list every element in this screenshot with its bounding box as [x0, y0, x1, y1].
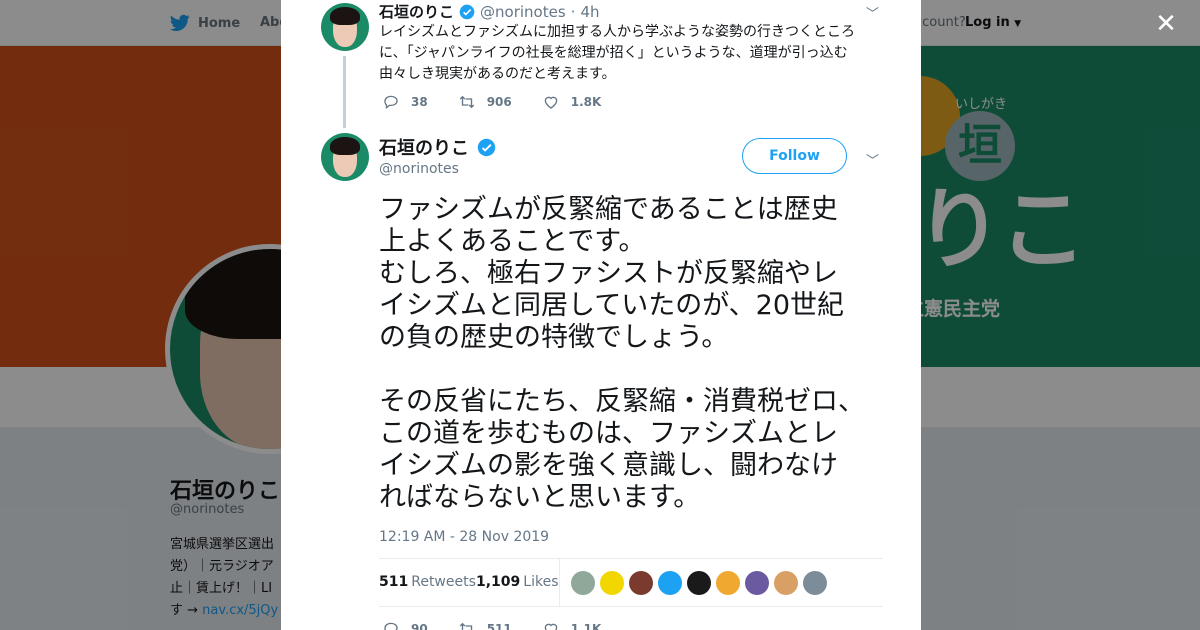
tweet-text-line: ればならないと思います。	[379, 482, 701, 513]
tweet-text-line: の負の歴史の特徴でしょう。	[379, 322, 729, 353]
retweets-stat-label: Retweets	[411, 574, 476, 590]
likes-stat-count: 1,109	[476, 574, 521, 590]
liker-avatars	[571, 571, 827, 595]
liker-avatar[interactable]	[571, 571, 595, 595]
liker-avatar[interactable]	[629, 571, 653, 595]
verified-badge-icon	[477, 138, 496, 156]
parent-tweet-actions: 38 906 1.8K	[382, 93, 631, 111]
verified-badge-icon	[459, 4, 475, 19]
stats-divider	[559, 559, 560, 606]
tweet-stats: 511 Retweets 1,109 Likes	[379, 558, 883, 607]
parent-tweet-avatar[interactable]	[321, 3, 369, 51]
like-button[interactable]: 1.8K	[542, 93, 602, 111]
tweet-text-line: この道を歩むものは、ファシズムとレ	[379, 418, 838, 449]
main-tweet-text: ファシズムが反緊縮であることは歴史 上よくあることです。 むしろ、極右ファシスト…	[379, 194, 889, 514]
liker-avatar[interactable]	[716, 571, 740, 595]
main-tweet-avatar[interactable]	[321, 133, 369, 181]
parent-tweet-header: 石垣のりこ @norinotes · 4h	[379, 1, 600, 22]
heart-icon	[544, 623, 558, 630]
close-icon[interactable]: ✕	[1152, 10, 1180, 38]
retweets-stat[interactable]: 511 Retweets	[379, 574, 476, 590]
retweet-count: 511	[486, 622, 512, 630]
parent-tweet-text: レイシズムとファシズムに加担する人から学ぶような姿勢の行きつくところに、「ジャパ…	[379, 24, 855, 82]
chevron-down-icon[interactable]: ﹀	[866, 150, 879, 169]
tweet-text-line: 上よくあることです。	[379, 226, 646, 257]
reply-icon	[384, 622, 398, 630]
liker-avatar[interactable]	[803, 571, 827, 595]
like-count: 1.1K	[570, 622, 602, 630]
liker-avatar[interactable]	[774, 571, 798, 595]
retweet-icon	[459, 622, 472, 630]
avatar-hair	[330, 7, 360, 25]
likes-stat[interactable]: 1,109 Likes	[476, 574, 559, 590]
reply-button[interactable]: 90	[382, 620, 428, 630]
liker-avatar[interactable]	[600, 571, 624, 595]
reply-count: 90	[411, 622, 428, 630]
retweet-icon	[459, 95, 474, 109]
parent-tweet-time[interactable]: 4h	[580, 3, 599, 21]
parent-tweet-handle[interactable]: @norinotes	[480, 3, 566, 21]
like-button[interactable]: 1.1K	[542, 620, 602, 630]
main-tweet-handle[interactable]: @norinotes	[379, 161, 459, 177]
parent-tweet-name[interactable]: 石垣のりこ	[379, 1, 454, 22]
liker-avatar[interactable]	[658, 571, 682, 595]
reply-icon	[384, 95, 398, 109]
tweet-text-line: イシズムと同居していたのが、20世紀	[379, 290, 845, 321]
tweet-permalink-modal: 石垣のりこ @norinotes · 4h ﹀ レイシズムとファシズムに加担する…	[281, 0, 921, 630]
tweet-text-line: むしろ、極右ファシストが反緊縮やレ	[379, 258, 838, 289]
main-tweet-author: 石垣のりこ	[379, 134, 496, 160]
heart-icon	[544, 96, 558, 109]
retweet-button[interactable]: 511	[458, 620, 512, 630]
tweet-text-line: ファシズムが反緊縮であることは歴史	[379, 194, 838, 225]
header-separator: ·	[570, 2, 576, 21]
follow-button[interactable]: Follow	[742, 138, 847, 174]
avatar-hair	[330, 137, 360, 155]
tweet-text-line: イシズムの影を強く意識し、闘わなけ	[379, 450, 838, 481]
like-count: 1.8K	[570, 95, 602, 109]
reply-button[interactable]: 38	[382, 93, 428, 111]
main-tweet-actions: 90 511 1.1K	[382, 620, 631, 630]
retweets-stat-count: 511	[379, 574, 409, 590]
retweet-button[interactable]: 906	[458, 93, 512, 111]
liker-avatar[interactable]	[687, 571, 711, 595]
liker-avatar[interactable]	[745, 571, 769, 595]
likes-stat-label: Likes	[523, 574, 559, 590]
thread-connector-line	[343, 56, 346, 128]
retweet-count: 906	[486, 95, 512, 109]
main-tweet-name[interactable]: 石垣のりこ	[379, 134, 469, 160]
tweet-text-line: その反省にたち、反緊縮・消費税ゼロ、	[379, 386, 865, 417]
main-tweet-timestamp[interactable]: 12:19 AM - 28 Nov 2019	[379, 529, 549, 545]
chevron-down-icon[interactable]: ﹀	[866, 3, 879, 22]
reply-count: 38	[411, 95, 428, 109]
